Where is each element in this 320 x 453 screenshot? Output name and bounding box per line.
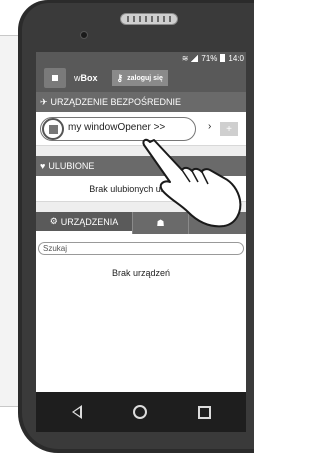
heart-icon: ♥ <box>40 161 46 171</box>
clock: 14:0 <box>228 53 244 63</box>
wbox-logo-icon[interactable] <box>44 68 66 88</box>
app-title: wBox <box>74 73 98 83</box>
login-label: zaloguj się <box>127 74 163 82</box>
chevron-right-icon[interactable]: › <box>208 121 211 132</box>
gear-icon: ⚙ <box>49 216 58 226</box>
back-icon[interactable] <box>71 405 82 419</box>
search-container <box>36 234 246 256</box>
signal-icon <box>191 54 199 62</box>
device-status-icon[interactable] <box>42 118 64 140</box>
search-input[interactable] <box>38 242 244 255</box>
devices-empty-text: Brak urządzeń <box>111 268 171 278</box>
system-nav-bar <box>36 392 246 432</box>
direct-device-header: ✈ URZĄDZENIE BEZPOŚREDNIE <box>36 92 246 112</box>
speaker-grille <box>120 13 178 25</box>
pointing-hand-icon <box>142 138 242 228</box>
tab-devices-label: URZĄDZENIA <box>60 216 119 227</box>
login-button[interactable]: ⚷ zaloguj się <box>111 70 168 86</box>
battery-icon <box>220 54 226 62</box>
direct-device-name[interactable]: my windowOpener >> <box>68 122 165 133</box>
direct-device-title: URZĄDZENIE BEZPOŚREDNIE <box>50 97 182 107</box>
front-camera <box>80 31 88 39</box>
recent-apps-icon[interactable] <box>197 405 211 419</box>
tab-devices[interactable]: ⚙ URZĄDZENIA <box>36 212 132 234</box>
key-icon: ⚷ <box>116 72 124 83</box>
favorites-title: ULUBIONE <box>48 161 95 171</box>
home-icon[interactable] <box>132 405 147 419</box>
wifi-icon: ≋ <box>181 53 189 63</box>
app-bar: wBox ⚷ zaloguj się <box>36 64 246 92</box>
battery-percent: 71% <box>201 53 218 63</box>
pin-icon: ✈ <box>40 96 48 107</box>
status-bar: ≋ 71% 14:0 <box>36 52 246 64</box>
